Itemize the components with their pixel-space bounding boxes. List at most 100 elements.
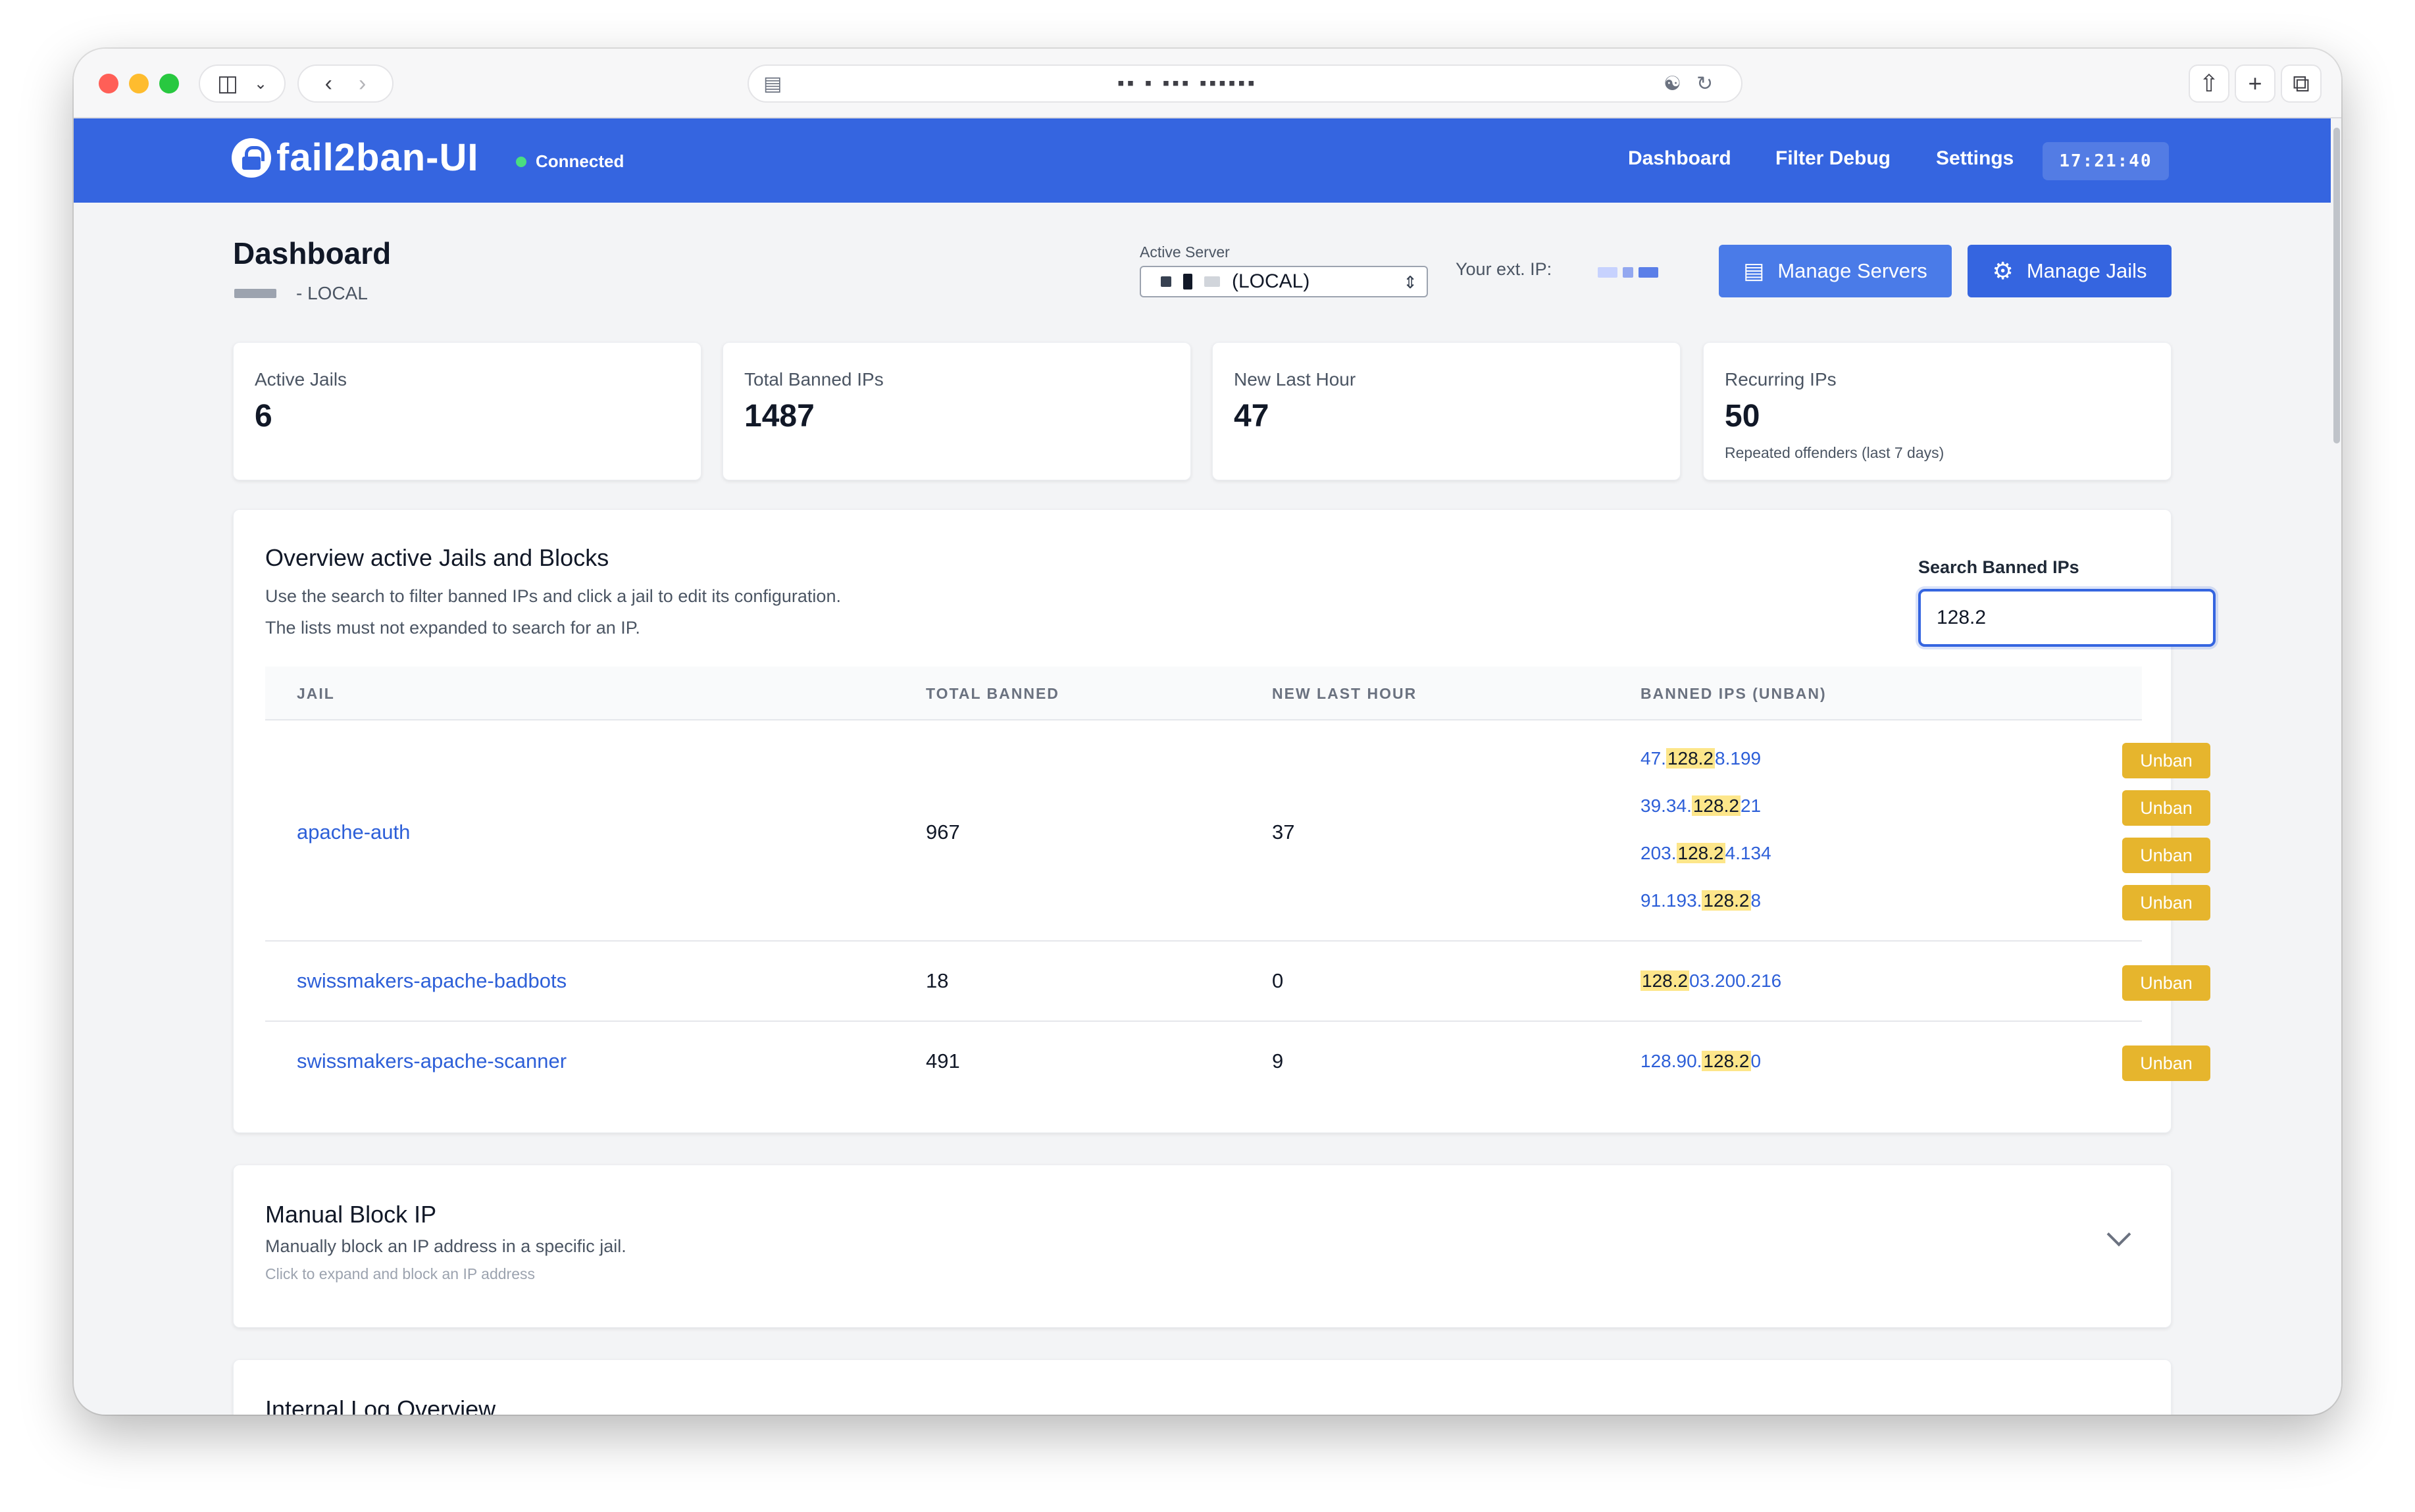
stat-label: Recurring IPs bbox=[1725, 369, 1837, 390]
chevron-down-icon[interactable] bbox=[2106, 1222, 2131, 1247]
active-server-value: (LOCAL) bbox=[1232, 270, 1310, 292]
table-header: JAIL TOTAL BANNED NEW LAST HOUR BANNED I… bbox=[265, 667, 2142, 720]
new-last-hour-cell: 9 bbox=[1272, 1049, 1284, 1072]
redacted-server bbox=[1161, 276, 1171, 287]
banned-ip[interactable]: 128.203.200.216 bbox=[1640, 970, 1781, 992]
nav-dashboard[interactable]: Dashboard bbox=[1628, 147, 1731, 170]
tabs-overview-icon[interactable]: ⧉ bbox=[2281, 64, 2322, 103]
scrollbar-thumb[interactable] bbox=[2333, 128, 2340, 443]
manual-block-title: Manual Block IP bbox=[265, 1201, 437, 1228]
redacted-hostname bbox=[234, 289, 276, 298]
total-banned-cell: 18 bbox=[926, 969, 949, 992]
back-icon[interactable]: ‹ bbox=[325, 71, 332, 97]
sidebar-toggle-button[interactable]: ◫ ⌄ bbox=[199, 64, 286, 103]
manage-jails-button[interactable]: ⚙ Manage Jails bbox=[1968, 245, 2172, 297]
stat-card-active-jails: Active Jails 6 bbox=[233, 342, 701, 480]
column-total-banned: TOTAL BANNED bbox=[926, 685, 1059, 702]
reload-icon[interactable]: ↻ bbox=[1696, 72, 1713, 95]
jail-link-scanner[interactable]: swissmakers-apache-scanner bbox=[297, 1049, 567, 1073]
unban-button[interactable]: Unban bbox=[2122, 838, 2210, 873]
stat-label: Total Banned IPs bbox=[744, 369, 884, 390]
nav-settings[interactable]: Settings bbox=[1936, 147, 2014, 170]
stat-note: Repeated offenders (last 7 days) bbox=[1725, 444, 1945, 461]
close-window-button[interactable] bbox=[99, 74, 118, 93]
address-bar[interactable]: ▤ ▪▪ ▪ ▪▪▪ ▪▪▪▪▪▪ ☯ ↻ bbox=[748, 64, 1742, 103]
manual-block-description: Manually block an IP address in a specif… bbox=[265, 1236, 626, 1256]
unban-button[interactable]: Unban bbox=[2122, 885, 2210, 920]
new-last-hour-cell: 37 bbox=[1272, 820, 1295, 844]
active-server-select[interactable]: (LOCAL) ⇕ bbox=[1140, 266, 1428, 297]
banned-ip[interactable]: 47.128.28.199 bbox=[1640, 748, 1761, 769]
unban-button[interactable]: Unban bbox=[2122, 790, 2210, 826]
manage-servers-label: Manage Servers bbox=[1777, 259, 1927, 282]
column-banned-ips: BANNED IPS (UNBAN) bbox=[1640, 685, 1827, 702]
maximize-window-button[interactable] bbox=[159, 74, 179, 93]
column-new-last-hour: NEW LAST HOUR bbox=[1272, 685, 1417, 702]
sidebar-icon: ◫ bbox=[216, 71, 238, 96]
banned-ip[interactable]: 128.90.128.20 bbox=[1640, 1051, 1761, 1072]
active-server-label: Active Server bbox=[1140, 243, 1230, 261]
clock: 17:21:40 bbox=[2043, 142, 2169, 180]
minimize-window-button[interactable] bbox=[129, 74, 149, 93]
url-text: ▪▪ ▪ ▪▪▪ ▪▪▪▪▪▪ bbox=[1117, 72, 1258, 94]
stat-card-recurring-ips: Recurring IPs 50 Repeated offenders (las… bbox=[1703, 342, 2172, 480]
overview-description-2: The lists must not expanded to search fo… bbox=[265, 618, 640, 638]
jail-link-badbots[interactable]: swissmakers-apache-badbots bbox=[297, 969, 567, 993]
stat-value: 50 bbox=[1725, 399, 1760, 434]
history-nav: ‹ › bbox=[297, 64, 394, 103]
search-banned-ips-input[interactable] bbox=[1918, 589, 2216, 647]
table-row: swissmakers-apache-badbots 18 0 128.203.… bbox=[265, 942, 2210, 1022]
browser-window: ◫ ⌄ ‹ › ▤ ▪▪ ▪ ▪▪▪ ▪▪▪▪▪▪ ☯ ↻ ⇧ + ⧉ fail… bbox=[74, 49, 2341, 1415]
status-dot-icon bbox=[516, 156, 526, 167]
manual-block-hint: Click to expand and block an IP address bbox=[265, 1265, 535, 1282]
server-mode: - LOCAL bbox=[296, 283, 368, 303]
ext-ip-value bbox=[1598, 267, 1658, 278]
column-jail: JAIL bbox=[297, 685, 335, 702]
select-arrows-icon: ⇕ bbox=[1403, 272, 1417, 292]
page-subtitle: - LOCAL bbox=[234, 283, 368, 304]
redacted-server-2 bbox=[1183, 274, 1192, 290]
unban-button[interactable]: Unban bbox=[2122, 965, 2210, 1001]
status-text: Connected bbox=[536, 151, 624, 171]
translate-icon[interactable]: ☯ bbox=[1664, 72, 1681, 95]
table-row: swissmakers-apache-scanner 491 9 128.90.… bbox=[265, 1022, 2210, 1102]
network-icon: ▤ bbox=[1743, 259, 1765, 284]
page-icon: ▤ bbox=[763, 73, 782, 95]
lock-icon bbox=[232, 138, 271, 178]
brand-name: fail2ban-UI bbox=[276, 136, 479, 179]
nav-filter-debug[interactable]: Filter Debug bbox=[1775, 147, 1891, 170]
chevron-down-icon: ⌄ bbox=[254, 74, 268, 93]
jail-link-apache-auth[interactable]: apache-auth bbox=[297, 820, 410, 844]
manage-servers-button[interactable]: ▤ Manage Servers bbox=[1719, 245, 1952, 297]
connection-status: Connected bbox=[516, 151, 624, 172]
brand-logo[interactable]: fail2ban-UI bbox=[232, 136, 479, 180]
overview-title: Overview active Jails and Blocks bbox=[265, 544, 609, 571]
stat-value: 47 bbox=[1234, 399, 1269, 434]
search-label: Search Banned IPs bbox=[1918, 557, 2079, 577]
banned-ip[interactable]: 91.193.128.28 bbox=[1640, 890, 1761, 911]
gear-icon: ⚙ bbox=[1992, 257, 2014, 284]
banned-ip[interactable]: 39.34.128.221 bbox=[1640, 795, 1761, 817]
app-navbar: fail2ban-UI Connected Dashboard Filter D… bbox=[74, 118, 2331, 203]
total-banned-cell: 491 bbox=[926, 1049, 960, 1072]
banned-ip[interactable]: 203.128.24.134 bbox=[1640, 843, 1771, 864]
log-overview-panel: Internal Log Overview bbox=[233, 1359, 2172, 1415]
stat-card-new-last-hour: New Last Hour 47 bbox=[1212, 342, 1681, 480]
unban-button[interactable]: Unban bbox=[2122, 743, 2210, 778]
stat-value: 1487 bbox=[744, 399, 815, 434]
new-tab-icon[interactable]: + bbox=[2235, 64, 2275, 103]
stat-card-total-banned: Total Banned IPs 1487 bbox=[723, 342, 1191, 480]
share-icon[interactable]: ⇧ bbox=[2189, 64, 2229, 103]
unban-button[interactable]: Unban bbox=[2122, 1046, 2210, 1081]
table-row: apache-auth 967 37 47.128.28.199 Unban 3… bbox=[265, 720, 2210, 942]
overview-panel: Overview active Jails and Blocks Use the… bbox=[233, 509, 2216, 1133]
ext-ip-label: Your ext. IP: bbox=[1456, 259, 1552, 279]
manual-block-panel[interactable]: Manual Block IP Manually block an IP add… bbox=[233, 1165, 2172, 1328]
new-last-hour-cell: 0 bbox=[1272, 969, 1284, 992]
browser-toolbar: ◫ ⌄ ‹ › ▤ ▪▪ ▪ ▪▪▪ ▪▪▪▪▪▪ ☯ ↻ ⇧ + ⧉ bbox=[74, 49, 2341, 118]
stat-label: Active Jails bbox=[255, 369, 347, 390]
log-overview-title: Internal Log Overview bbox=[265, 1396, 496, 1415]
stat-value: 6 bbox=[255, 399, 272, 434]
total-banned-cell: 967 bbox=[926, 820, 960, 844]
forward-icon[interactable]: › bbox=[359, 71, 366, 97]
